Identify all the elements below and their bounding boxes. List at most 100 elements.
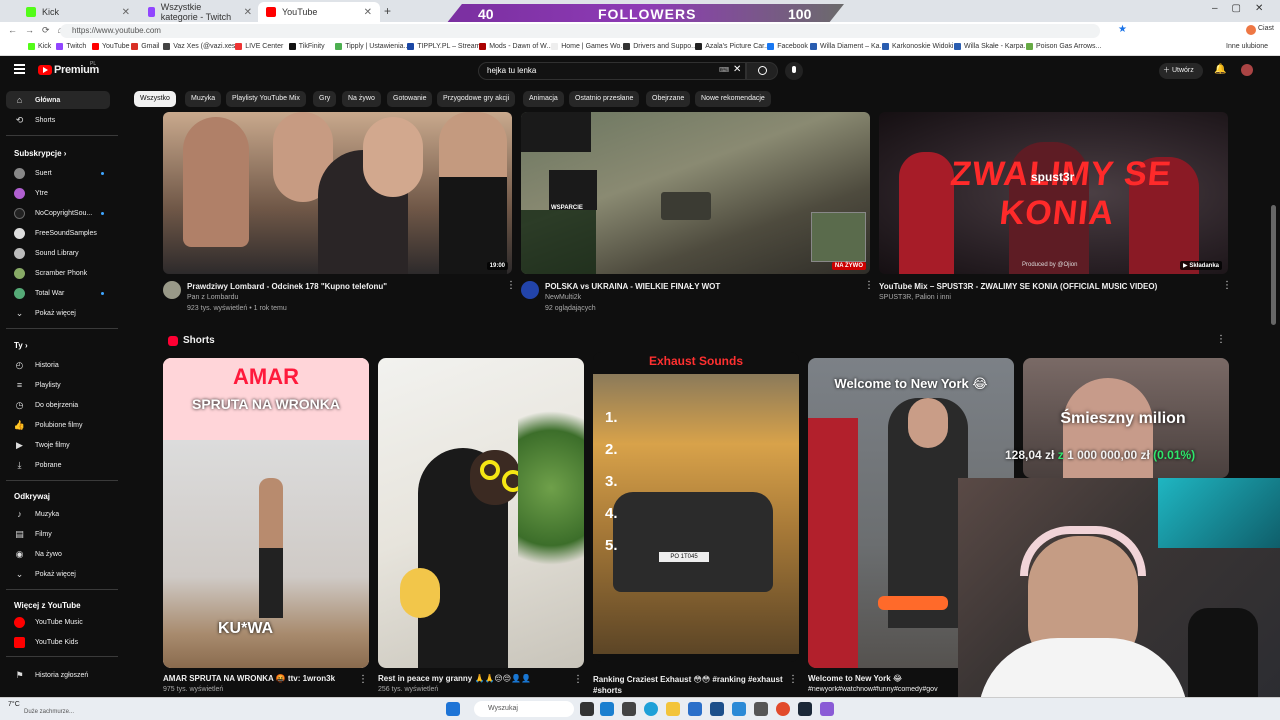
explorer-icon[interactable] <box>666 702 680 716</box>
channel-name[interactable]: SPUST3R, Palion i inni <box>879 294 951 301</box>
more-options-icon[interactable]: ⋮ <box>788 675 798 685</box>
chrome-icon[interactable] <box>776 702 790 716</box>
search-input[interactable]: hejka tu lenka <box>478 62 746 80</box>
close-icon[interactable]: ✕ <box>122 7 130 18</box>
subscription-item[interactable]: Ytre <box>6 184 110 202</box>
filter-chip[interactable]: Animacja <box>523 91 564 107</box>
filter-chip[interactable]: Wszystko <box>134 91 176 107</box>
close-icon[interactable]: ✕ <box>364 7 372 18</box>
more-options-icon[interactable]: ⋮ <box>506 281 516 291</box>
more-options-icon[interactable]: ⋮ <box>864 281 874 291</box>
subscription-item[interactable]: Suert <box>6 164 110 182</box>
youtube-logo-icon[interactable] <box>38 65 52 75</box>
subscription-item[interactable]: Scramber Phonk <box>6 264 110 282</box>
filter-chip[interactable]: Nowe rekomendacje <box>695 91 771 107</box>
channel-avatar[interactable] <box>163 281 181 299</box>
filter-chip[interactable]: Obejrzane <box>646 91 691 107</box>
filter-chip[interactable]: Gry <box>313 91 337 107</box>
bookmark-item[interactable]: Vaz Xes (@vazi.xes... <box>163 43 241 50</box>
show-more-button[interactable]: ⌄ Pokaż więcej <box>6 304 110 322</box>
more-options-icon[interactable]: ⋮ <box>1222 281 1232 291</box>
short-thumbnail[interactable]: AMAR SPRUTA NA WRONKA KU*WA <box>163 358 369 668</box>
video-thumbnail[interactable]: WSPARCIE NA ŻYWO <box>521 112 870 274</box>
search-button[interactable] <box>746 62 778 80</box>
bookmark-item[interactable]: YouTube <box>92 43 130 50</box>
bookmark-item[interactable]: Twitch <box>56 43 86 50</box>
subscription-item[interactable]: NoCopyrightSou... <box>6 204 110 222</box>
bookmark-item[interactable]: Kick <box>28 43 51 50</box>
app-icon[interactable] <box>710 702 724 716</box>
star-icon[interactable]: ★ <box>1118 24 1127 35</box>
sidebar-item-youtube-kids[interactable]: YouTube Kids <box>6 633 110 651</box>
windows-start-icon[interactable] <box>446 702 460 716</box>
sidebar-item-shorts[interactable]: ⟲ Shorts <box>6 111 110 129</box>
window-controls[interactable]: –▢✕ <box>1212 3 1277 14</box>
sidebar-item-your-videos[interactable]: ▶ Twoje filmy <box>6 436 110 454</box>
menu-icon[interactable] <box>14 64 25 74</box>
short-thumbnail[interactable]: Exhaust Sounds PO 1T045 1. 2. 3. 4. 5. <box>593 352 799 662</box>
filter-chip[interactable]: Gotowanie <box>387 91 433 107</box>
app-icon[interactable] <box>820 702 834 716</box>
url-input[interactable]: https://www.youtube.com <box>60 24 1100 38</box>
sidebar-item-music[interactable]: ♪ Muzyka <box>6 505 110 523</box>
mail-icon[interactable] <box>732 702 746 716</box>
bookmark-item[interactable]: Willa Diament – Ka... <box>810 43 885 50</box>
filter-chip[interactable]: Przygodowe gry akcji <box>437 91 516 107</box>
bookmark-item[interactable]: Drivers and Suppo... <box>623 43 697 50</box>
bell-icon[interactable]: 🔔 <box>1214 64 1226 75</box>
bookmark-item[interactable]: Tipply | Ustawienia... <box>335 43 409 50</box>
subscription-item[interactable]: Total War <box>6 284 110 302</box>
more-options-icon[interactable]: ⋮ <box>1216 335 1226 345</box>
sidebar-item-youtube-music[interactable]: YouTube Music <box>6 613 110 631</box>
you-heading[interactable]: Ty › <box>14 341 28 350</box>
bookmark-item[interactable]: Gmail <box>131 43 159 50</box>
sidebar-item-live[interactable]: ◉ Na żywo <box>6 545 110 563</box>
bookmark-item[interactable]: Willa Skałe - Karpa... <box>954 43 1029 50</box>
sidebar-item-liked[interactable]: 👍 Polubione filmy <box>6 416 110 434</box>
channel-avatar[interactable] <box>521 281 539 299</box>
app-icon[interactable] <box>754 702 768 716</box>
weather-temp[interactable]: 7°C <box>8 701 20 708</box>
account-avatar[interactable] <box>1241 64 1253 76</box>
edge-icon[interactable] <box>644 702 658 716</box>
sidebar-item-history[interactable]: ◴ Historia <box>6 356 110 374</box>
short-thumbnail[interactable] <box>378 358 584 668</box>
bookmark-item[interactable]: TikFinity <box>288 43 325 50</box>
subscription-item[interactable]: Sound Library <box>6 244 110 262</box>
filter-chip[interactable]: Playlisty YouTube Mix <box>226 91 306 107</box>
tab-twitch[interactable]: Wszystkie kategorie - Twitch ✕ <box>140 2 260 22</box>
short-title[interactable]: Welcome to New York 😂 <box>808 674 958 683</box>
short-title[interactable]: Rest in peace my granny 🙏🙏😔😔👤👤 <box>378 674 568 683</box>
video-thumbnail[interactable]: 19:00 <box>163 112 512 274</box>
task-view-icon[interactable] <box>580 702 594 716</box>
store-icon[interactable] <box>688 702 702 716</box>
bookmark-item[interactable]: Home | Games Wo... <box>551 43 626 50</box>
scrollbar-thumb[interactable] <box>1271 205 1276 325</box>
sidebar-item-watch-later[interactable]: ◷ Do obejrzenia <box>6 396 110 414</box>
video-title[interactable]: POLSKA vs UKRAINA - WIELKIE FINAŁY WOT <box>545 282 855 291</box>
more-options-icon[interactable]: ⋮ <box>573 675 583 685</box>
bookmark-item[interactable]: Facebook <box>767 43 808 50</box>
subscription-item[interactable]: FreeSoundSamples <box>6 224 110 242</box>
bookmark-item[interactable]: Mods - Dawn of W... <box>479 43 552 50</box>
sidebar-item-home[interactable]: ⌂ Główna <box>6 91 110 109</box>
new-tab-button[interactable]: + <box>384 4 391 18</box>
filter-chip[interactable]: Muzyka <box>185 91 222 107</box>
video-thumbnail[interactable]: ZWALIMY SE KONIA spust3r Produced by @Oj… <box>879 112 1228 274</box>
bookmark-item[interactable]: Karkonoskie Widoki... <box>882 43 959 50</box>
short-title[interactable]: AMAR SPRUTA NA WRONKA 🤬 ttv: 1wron3k <box>163 674 353 683</box>
sidebar-item-movies[interactable]: ▤ Filmy <box>6 525 110 543</box>
more-options-icon[interactable]: ⋮ <box>358 675 368 685</box>
widgets-icon[interactable] <box>600 702 614 716</box>
steam-icon[interactable] <box>798 702 812 716</box>
show-more-button[interactable]: ⌄ Pokaż więcej <box>6 565 110 583</box>
app-icon[interactable] <box>622 702 636 716</box>
create-button[interactable]: ＋ Utwórz <box>1159 63 1203 79</box>
sidebar-item-report-history[interactable]: ⚑ Historia zgłoszeń <box>6 666 110 684</box>
tab-youtube[interactable]: YouTube ✕ <box>258 2 380 22</box>
microphone-button[interactable] <box>785 62 803 80</box>
sidebar-item-downloads[interactable]: ⤓ Pobrane <box>6 456 110 474</box>
keyboard-icon[interactable]: ⌨ <box>719 66 729 74</box>
clear-search-icon[interactable]: ✕ <box>733 64 741 75</box>
other-bookmarks[interactable]: Inne ulubione <box>1226 43 1268 50</box>
